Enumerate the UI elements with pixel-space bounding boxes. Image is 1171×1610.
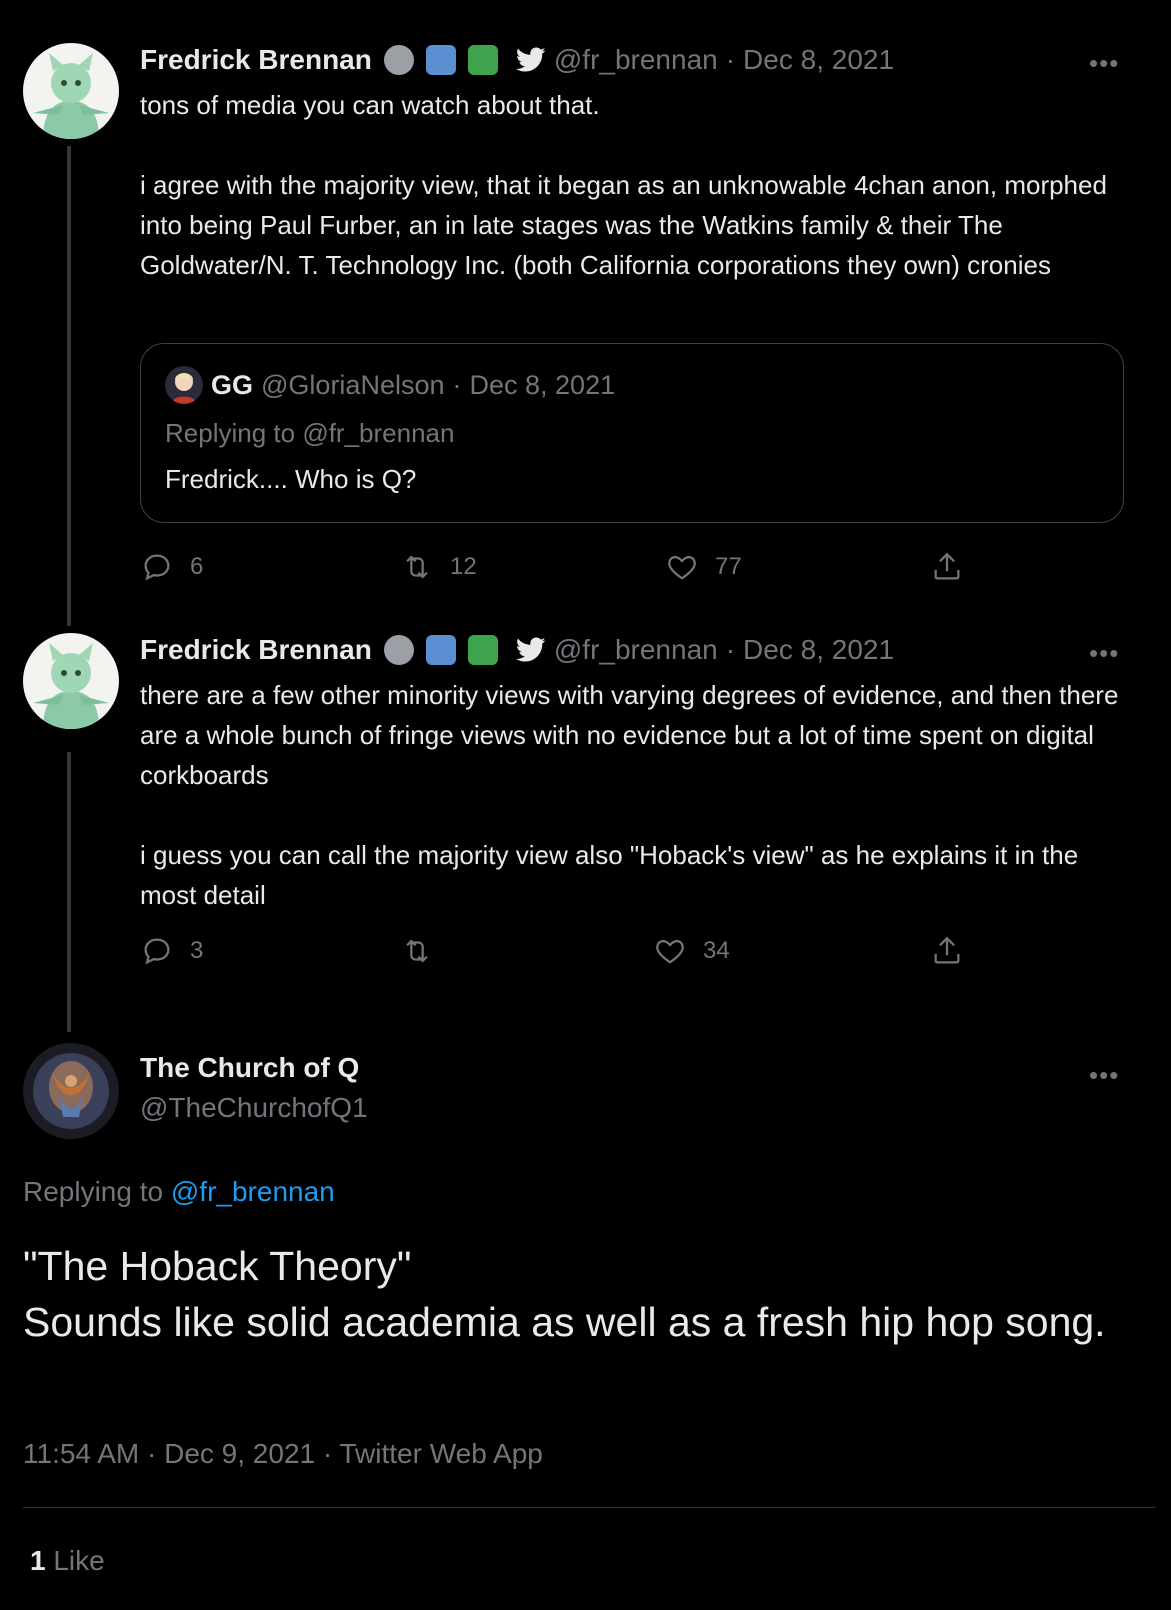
replying-handle: @fr_brennan <box>302 418 455 448</box>
avatar[interactable] <box>23 1043 119 1139</box>
separator-dot: · <box>452 369 462 400</box>
retweet-icon <box>406 555 428 579</box>
reply-count: 6 <box>190 553 204 580</box>
replying-to: Replying to @fr_brennan <box>23 1176 335 1208</box>
display-name[interactable]: Fredrick Brennan <box>140 44 372 76</box>
share-icon <box>934 552 960 580</box>
reply-icon <box>144 554 170 581</box>
twitter-bird-icon <box>515 47 546 73</box>
replying-handle-link[interactable]: @fr_brennan <box>171 1176 335 1207</box>
raccoon-emoji-icon <box>383 45 414 75</box>
twitter-bird-icon <box>515 637 546 663</box>
green-book-emoji-icon <box>467 635 498 665</box>
tweet-header: Fredrick Brennan @fr_brennan · Dec 8, 20… <box>140 634 894 666</box>
divider <box>23 1507 1156 1508</box>
retweet-count: 12 <box>450 553 477 580</box>
avatar[interactable] <box>23 43 119 139</box>
symbols-emoji-icon <box>425 45 456 75</box>
handle[interactable]: @fr_brennan <box>554 634 718 666</box>
quote-date: Dec 8, 2021 <box>469 369 616 400</box>
quote-handle: @GloriaNelson <box>261 369 445 400</box>
like-button[interactable]: 34 <box>653 934 730 968</box>
retweet-button[interactable] <box>400 934 450 968</box>
handle[interactable]: @fr_brennan <box>554 44 718 76</box>
retweet-button[interactable]: 12 <box>400 550 477 584</box>
replying-prefix: Replying to <box>165 418 296 448</box>
like-count: 77 <box>715 553 742 580</box>
replying-prefix: Replying to <box>23 1176 164 1207</box>
like-count: 34 <box>703 937 730 964</box>
like-button[interactable]: 77 <box>665 550 742 584</box>
share-button[interactable] <box>930 934 964 968</box>
quote-header: GG @GloriaNelson · Dec 8, 2021 <box>165 366 615 404</box>
heart-icon <box>668 555 696 580</box>
reply-button[interactable]: 6 <box>140 550 203 584</box>
thread-line <box>67 146 71 626</box>
green-book-emoji-icon <box>467 45 498 75</box>
share-button[interactable] <box>930 550 964 584</box>
tweet-date[interactable]: Dec 8, 2021 <box>743 44 894 76</box>
reply-count: 3 <box>190 937 204 964</box>
tweet-date[interactable]: Dec 8, 2021 <box>743 634 894 666</box>
separator-dot: · <box>725 634 736 665</box>
thread-line <box>67 752 71 1032</box>
quote-replying-to: Replying to @fr_brennan <box>165 418 454 449</box>
more-options-icon[interactable]: ••• <box>1089 48 1119 79</box>
handle[interactable]: @TheChurchofQ1 <box>140 1092 368 1124</box>
tweet-text: there are a few other minority views wit… <box>140 680 1119 910</box>
quote-text: Fredrick.... Who is Q? <box>165 464 417 494</box>
separator-dot: · <box>725 44 736 75</box>
avatar[interactable] <box>23 633 119 729</box>
heart-icon <box>656 939 684 964</box>
share-icon <box>934 936 960 964</box>
quote-display-name: GG <box>211 369 254 400</box>
tweet-timestamp[interactable]: 11:54 AM · Dec 9, 2021 · Twitter Web App <box>23 1438 543 1470</box>
main-tweet-text: "The Hoback Theory" Sounds like solid ac… <box>23 1243 1106 1345</box>
tweet-header: Fredrick Brennan @fr_brennan · Dec 8, 20… <box>140 44 894 76</box>
display-name[interactable]: Fredrick Brennan <box>140 634 372 666</box>
reply-icon <box>144 938 170 965</box>
more-options-icon[interactable]: ••• <box>1089 1060 1119 1091</box>
tweet-text: tons of media you can watch about that. … <box>140 90 1107 280</box>
symbols-emoji-icon <box>425 635 456 665</box>
retweet-icon <box>406 939 428 963</box>
raccoon-emoji-icon <box>383 635 414 665</box>
more-options-icon[interactable]: ••• <box>1089 638 1119 669</box>
quote-avatar <box>165 366 203 404</box>
reply-button[interactable]: 3 <box>140 934 203 968</box>
quote-tweet[interactable]: GG @GloriaNelson · Dec 8, 2021 Replying … <box>140 343 1124 523</box>
display-name[interactable]: The Church of Q <box>140 1052 359 1084</box>
like-stat-count: 1 <box>30 1545 46 1576</box>
like-stats[interactable]: 1 Like <box>30 1545 105 1577</box>
like-stat-label: Like <box>53 1545 105 1576</box>
